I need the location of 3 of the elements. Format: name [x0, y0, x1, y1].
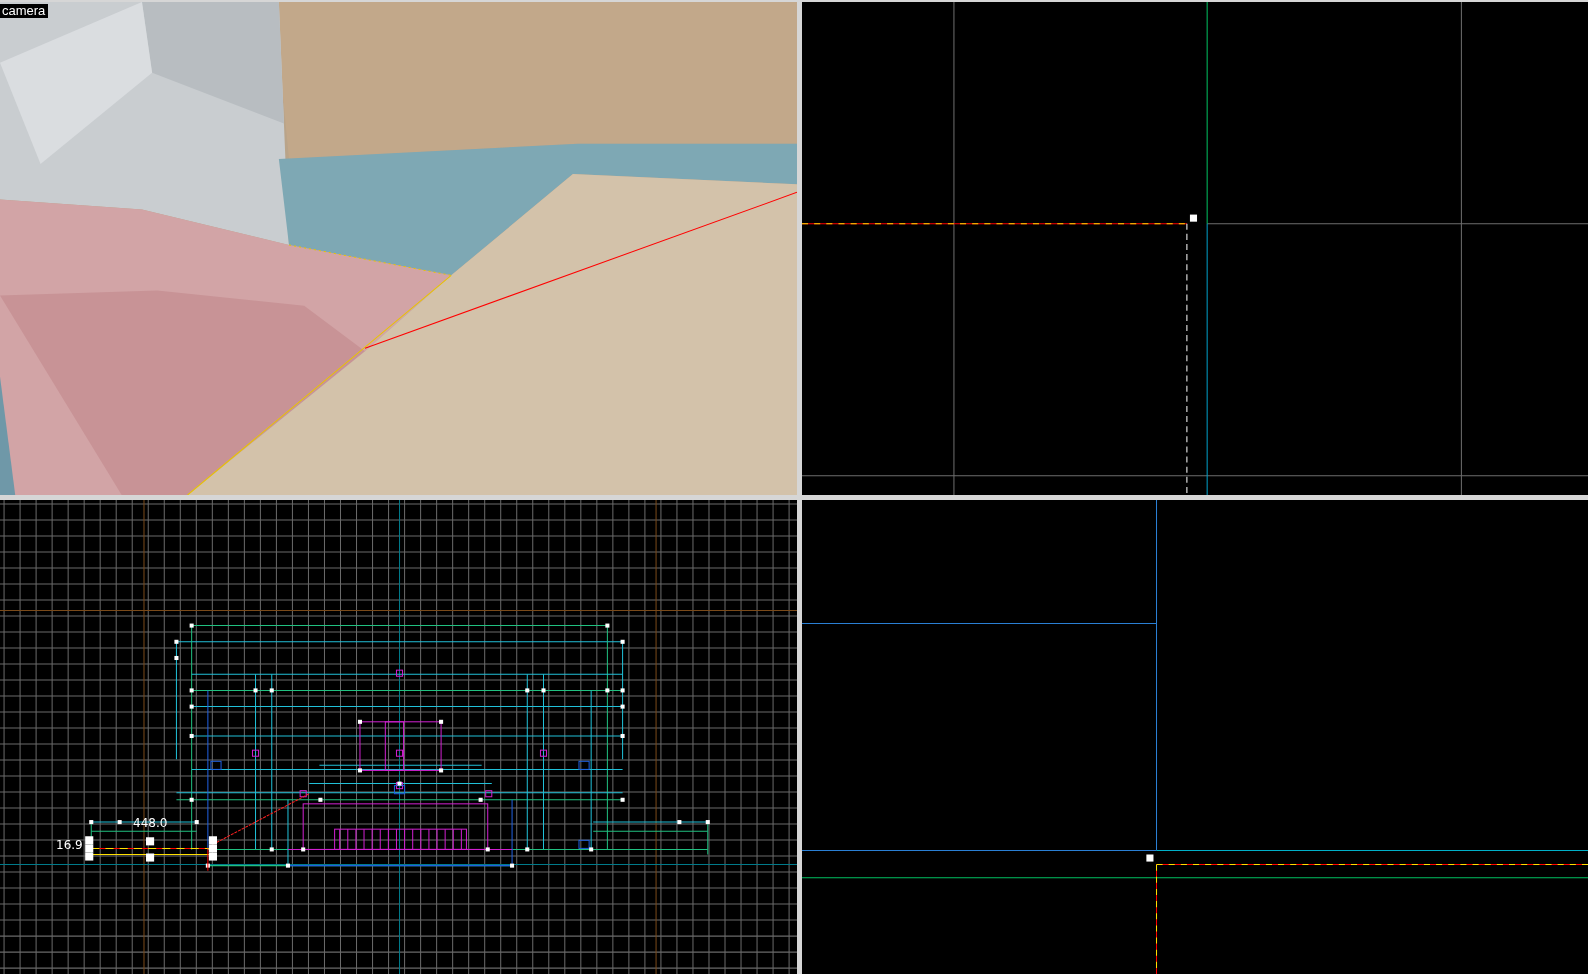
viewport-label: camera — [0, 4, 49, 18]
dimension-label: 16.9 — [56, 838, 83, 852]
dimension-label: 448.0 — [133, 816, 168, 830]
